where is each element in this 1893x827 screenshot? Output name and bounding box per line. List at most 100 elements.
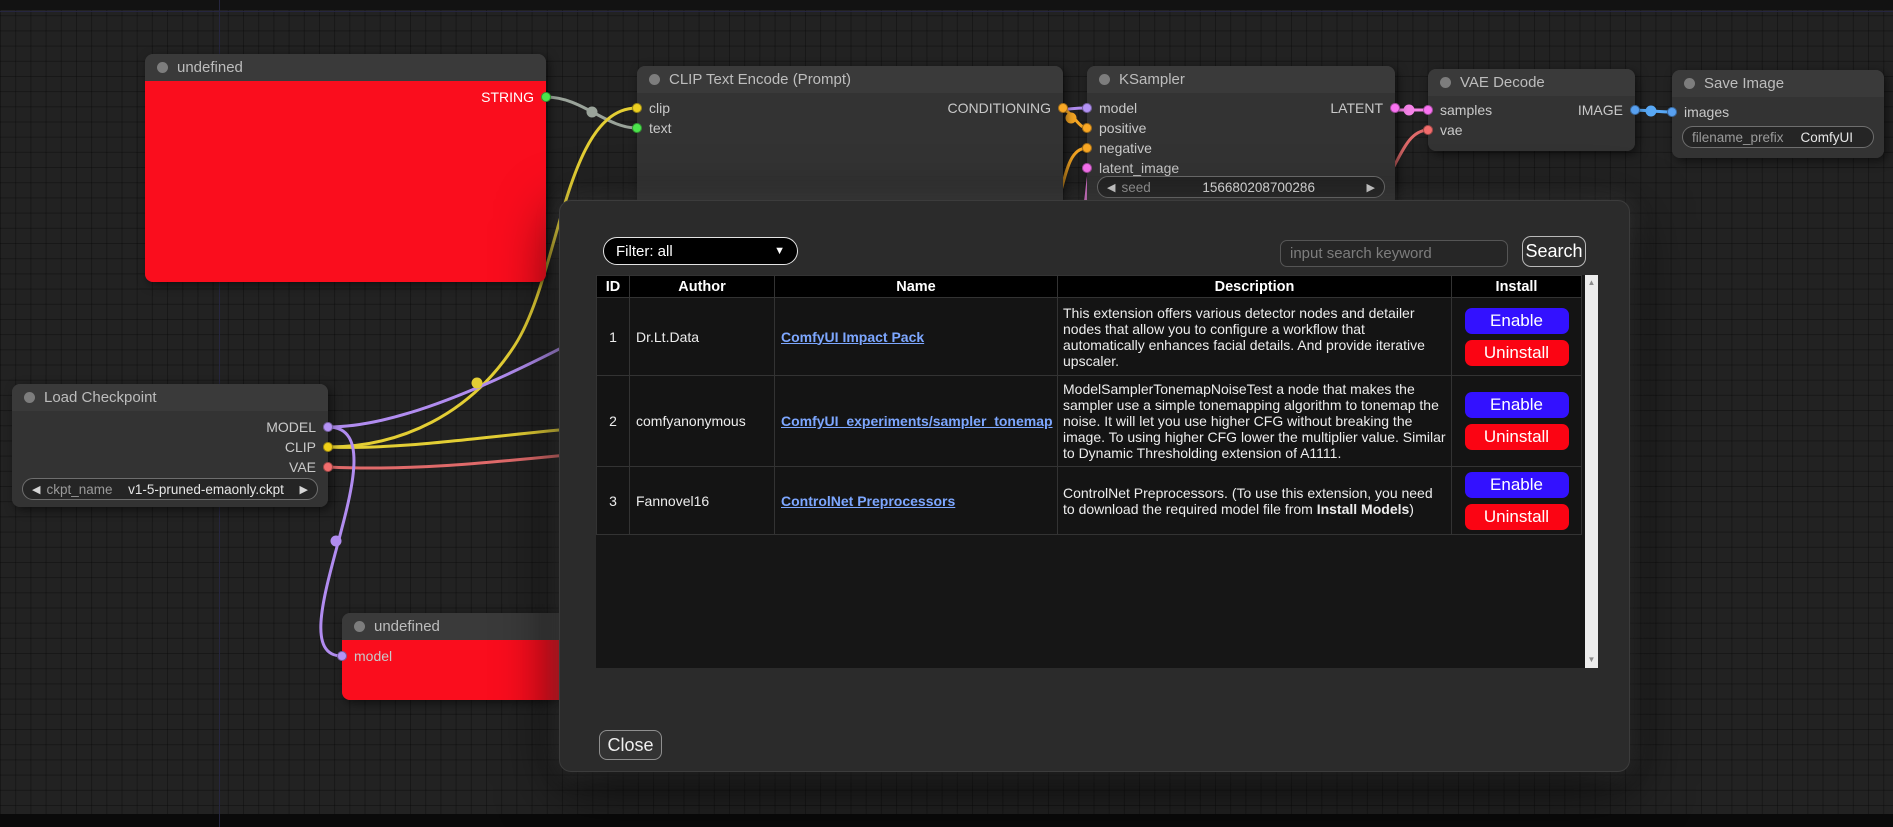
output-slot-conditioning[interactable]: CONDITIONING	[948, 100, 1068, 116]
collapse-dot-icon[interactable]	[24, 392, 35, 403]
collapse-dot-icon[interactable]	[1684, 78, 1695, 89]
node-title-bar: VAE Decode	[1428, 69, 1635, 96]
cell-id: 3	[597, 467, 630, 535]
slot-dot	[337, 651, 347, 661]
input-slot-negative[interactable]: negative	[1082, 140, 1152, 156]
search-input[interactable]	[1280, 240, 1508, 267]
widget-label: seed	[1121, 180, 1150, 195]
cell-author: comfyanonymous	[630, 376, 775, 467]
node-title: VAE Decode	[1460, 74, 1545, 91]
extension-link[interactable]: ComfyUI_experiments/sampler_tonemap	[781, 413, 1053, 429]
node-title-bar: undefined	[145, 54, 546, 81]
node-undefined-top[interactable]: undefined STRING	[145, 54, 546, 282]
widget-value: ComfyUI	[1790, 130, 1864, 145]
node-title-bar: Save Image	[1672, 70, 1884, 97]
extensions-table-container: ID Author Name Description Install 1 Dr.…	[596, 275, 1598, 668]
canvas-bottom-edge	[0, 814, 1893, 827]
cell-description: ModelSamplerTonemapNoiseTest a node that…	[1058, 376, 1452, 467]
custom-nodes-dialog: Filter: all ▼ Search ID Author Name Desc…	[559, 200, 1630, 772]
node-vae-decode[interactable]: VAE Decode samples vae IMAGE	[1428, 69, 1635, 151]
node-title: Load Checkpoint	[44, 389, 157, 406]
canvas-top-edge	[0, 0, 1893, 10]
output-slot-vae[interactable]: VAE	[289, 459, 333, 475]
enable-button[interactable]: Enable	[1465, 308, 1569, 334]
collapse-dot-icon[interactable]	[354, 621, 365, 632]
node-load-checkpoint[interactable]: Load Checkpoint MODEL CLIP VAE ◀ ckpt_na…	[12, 384, 328, 507]
slot-dot	[632, 123, 642, 133]
slot-dot	[1082, 163, 1092, 173]
enable-button[interactable]: Enable	[1465, 472, 1569, 498]
uninstall-button[interactable]: Uninstall	[1465, 424, 1569, 450]
slot-label: vae	[1440, 122, 1463, 138]
search-button[interactable]: Search	[1522, 236, 1586, 267]
scroll-up-icon[interactable]: ▲	[1585, 277, 1598, 289]
increment-arrow-icon[interactable]: ▶	[1367, 181, 1375, 194]
output-slot-model[interactable]: MODEL	[266, 419, 333, 435]
comfyui-canvas[interactable]: undefined STRING CLIP Text Encode (Promp…	[0, 0, 1893, 827]
node-save-image[interactable]: Save Image images filename_prefix ComfyU…	[1672, 70, 1884, 158]
node-clip-text-encode[interactable]: CLIP Text Encode (Prompt) clip text COND…	[637, 66, 1063, 216]
node-title: CLIP Text Encode (Prompt)	[669, 71, 851, 88]
slot-label: model	[354, 648, 392, 664]
chevron-down-icon: ▼	[774, 245, 785, 257]
slot-label: images	[1684, 104, 1729, 120]
table-scrollbar[interactable]: ▲ ▼	[1585, 275, 1598, 668]
slot-label: CLIP	[285, 439, 316, 455]
cell-author: Fannovel16	[630, 467, 775, 535]
extension-link[interactable]: ComfyUI Impact Pack	[781, 329, 924, 345]
filename-prefix-widget[interactable]: filename_prefix ComfyUI	[1682, 126, 1874, 148]
seed-widget[interactable]: ◀ seed 156680208700286 ▶	[1097, 176, 1385, 198]
slot-label: model	[1099, 100, 1137, 116]
header-description: Description	[1058, 276, 1452, 298]
uninstall-button[interactable]: Uninstall	[1465, 504, 1569, 530]
table-header-row: ID Author Name Description Install	[597, 276, 1582, 298]
decrement-arrow-icon[interactable]: ◀	[32, 483, 40, 496]
node-title-bar: undefined	[342, 613, 568, 640]
header-id: ID	[597, 276, 630, 298]
input-slot-latent-image[interactable]: latent_image	[1082, 160, 1179, 176]
slot-dot	[323, 422, 333, 432]
slot-dot	[323, 442, 333, 452]
decrement-arrow-icon[interactable]: ◀	[1107, 181, 1115, 194]
ckpt-name-widget[interactable]: ◀ ckpt_name v1-5-pruned-emaonly.ckpt ▶	[22, 478, 318, 500]
collapse-dot-icon[interactable]	[1099, 74, 1110, 85]
output-slot-string[interactable]: STRING	[481, 89, 551, 105]
filter-dropdown[interactable]: Filter: all ▼	[603, 237, 798, 265]
increment-arrow-icon[interactable]: ▶	[300, 483, 308, 496]
slot-label: CONDITIONING	[948, 100, 1051, 116]
output-slot-clip[interactable]: CLIP	[285, 439, 333, 455]
collapse-dot-icon[interactable]	[1440, 77, 1451, 88]
uninstall-button[interactable]: Uninstall	[1465, 340, 1569, 366]
slot-label: LATENT	[1330, 100, 1383, 116]
node-undefined-bottom[interactable]: undefined model	[342, 613, 568, 700]
extension-link[interactable]: ControlNet Preprocessors	[781, 493, 955, 509]
input-slot-positive[interactable]: positive	[1082, 120, 1146, 136]
slot-dot	[323, 462, 333, 472]
node-ksampler[interactable]: KSampler model positive negative latent_…	[1087, 66, 1395, 206]
slot-label: STRING	[481, 89, 534, 105]
header-name: Name	[775, 276, 1058, 298]
slot-dot	[1058, 103, 1068, 113]
collapse-dot-icon[interactable]	[157, 62, 168, 73]
input-slot-model[interactable]: model	[1082, 100, 1137, 116]
close-button[interactable]: Close	[599, 730, 662, 760]
canvas-axis-horizontal	[0, 11, 1893, 12]
input-slot-samples[interactable]: samples	[1423, 102, 1492, 118]
slot-dot	[1082, 103, 1092, 113]
output-slot-latent[interactable]: LATENT	[1330, 100, 1400, 116]
scroll-down-icon[interactable]: ▼	[1585, 654, 1598, 666]
input-slot-text[interactable]: text	[632, 120, 672, 136]
slot-dot	[632, 103, 642, 113]
collapse-dot-icon[interactable]	[649, 74, 660, 85]
enable-button[interactable]: Enable	[1465, 392, 1569, 418]
input-slot-vae[interactable]: vae	[1423, 122, 1463, 138]
output-slot-image[interactable]: IMAGE	[1578, 102, 1640, 118]
input-slot-images[interactable]: images	[1667, 104, 1729, 120]
node-title-bar: KSampler	[1087, 66, 1395, 93]
input-slot-model[interactable]: model	[337, 648, 392, 664]
slot-dot	[1082, 143, 1092, 153]
slot-dot	[1390, 103, 1400, 113]
widget-value: v1-5-pruned-emaonly.ckpt	[119, 482, 294, 497]
input-slot-clip[interactable]: clip	[632, 100, 670, 116]
cell-description: This extension offers various detector n…	[1058, 298, 1452, 376]
